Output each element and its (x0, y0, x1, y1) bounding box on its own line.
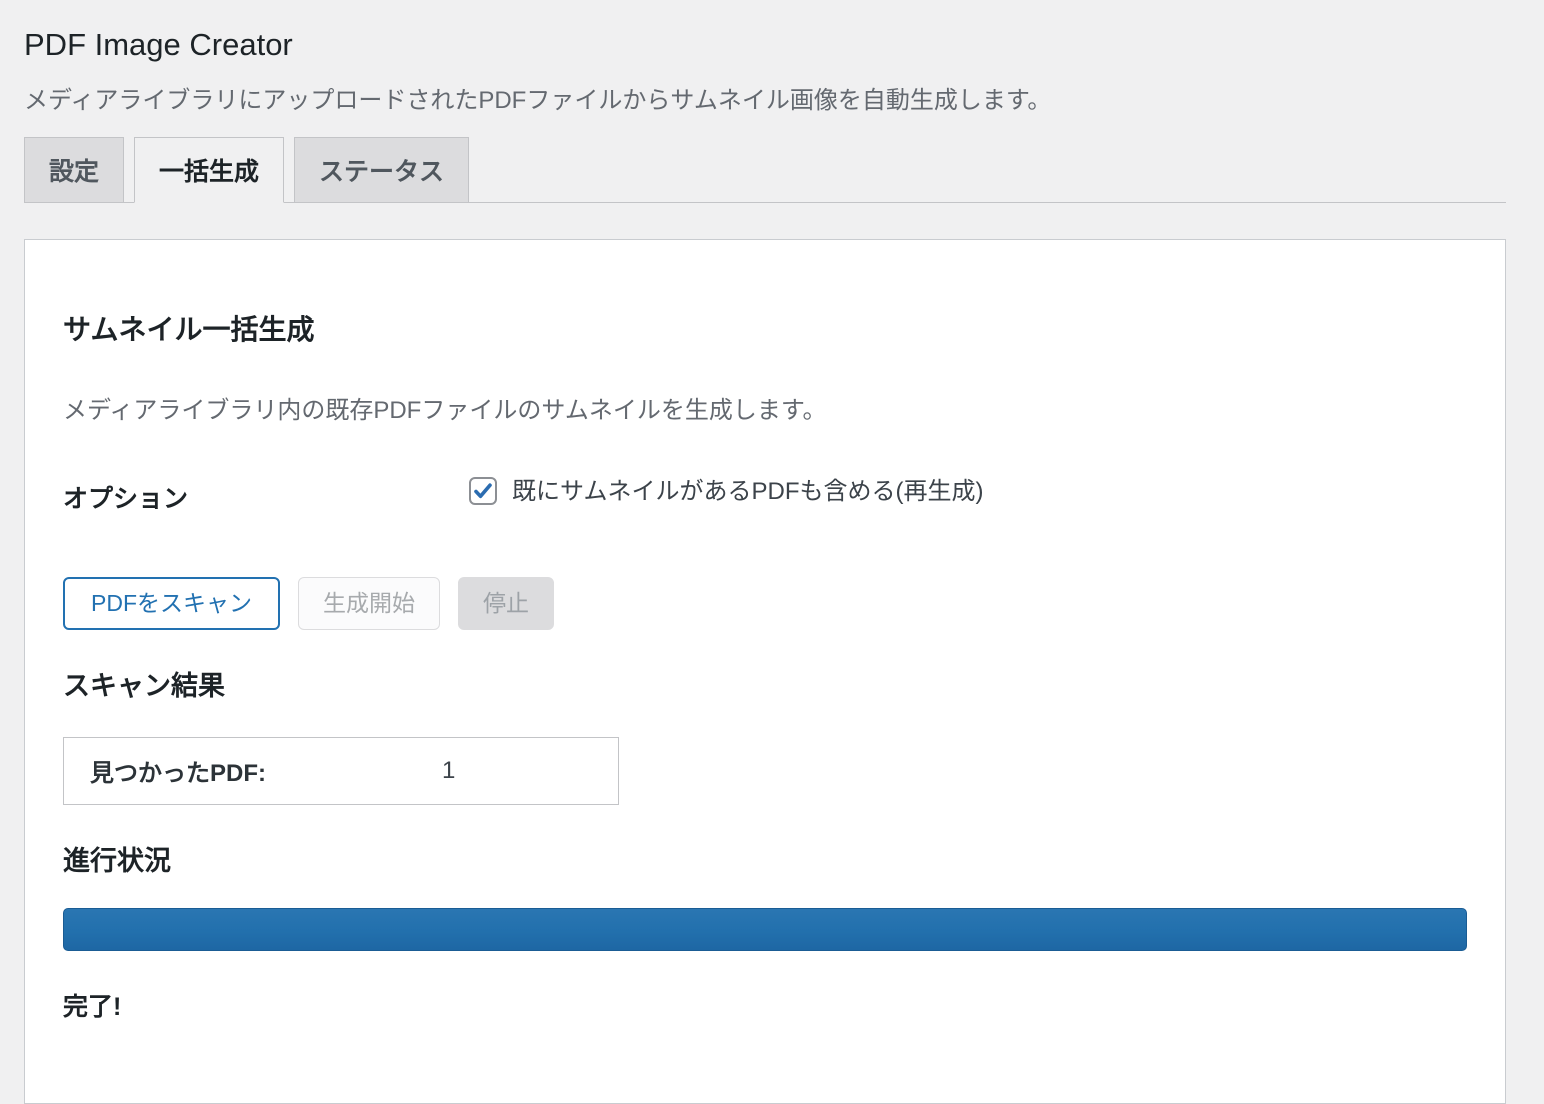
tab-status[interactable]: ステータス (294, 137, 469, 203)
regenerate-option[interactable]: 既にサムネイルがあるPDFも含める(再生成) (469, 477, 984, 507)
page-subtitle: メディアライブラリにアップロードされたPDFファイルからサムネイル画像を自動生成… (24, 85, 1506, 116)
found-pdf-label: 見つかったPDF: (90, 753, 442, 788)
stop-button[interactable]: 停止 (458, 577, 554, 630)
action-buttons: PDFをスキャン 生成開始 停止 (63, 577, 1467, 630)
progress-bar (63, 908, 1467, 951)
scan-results-heading: スキャン結果 (63, 664, 1467, 703)
page-title: PDF Image Creator (24, 0, 1506, 65)
options-label: オプション (63, 477, 469, 515)
options-row: オプション 既にサムネイルがあるPDFも含める(再生成) (63, 477, 1467, 515)
regenerate-checkbox[interactable] (469, 477, 497, 505)
bulk-generate-panel: サムネイル一括生成 メディアライブラリ内の既存PDFファイルのサムネイルを生成し… (24, 239, 1506, 1104)
start-generation-button[interactable]: 生成開始 (298, 577, 440, 630)
scan-pdf-button[interactable]: PDFをスキャン (63, 577, 280, 630)
scan-results-box: 見つかったPDF: 1 (63, 737, 619, 805)
bulk-description: メディアライブラリ内の既存PDFファイルのサムネイルを生成します。 (63, 390, 1467, 425)
bulk-heading: サムネイル一括生成 (63, 308, 1467, 348)
found-pdf-value: 1 (442, 757, 455, 785)
completion-status: 完了! (63, 987, 1467, 1023)
tab-bar: 設定 一括生成 ステータス (24, 137, 1506, 203)
tab-settings[interactable]: 設定 (24, 137, 124, 203)
check-icon (471, 479, 495, 503)
regenerate-label: 既にサムネイルがあるPDFも含める(再生成) (512, 477, 984, 507)
progress-bar-fill (63, 908, 1467, 951)
tab-bulk-generate[interactable]: 一括生成 (134, 137, 284, 203)
progress-heading: 進行状況 (63, 839, 1467, 878)
admin-page: PDF Image Creator メディアライブラリにアップロードされたPDF… (0, 0, 1544, 1104)
